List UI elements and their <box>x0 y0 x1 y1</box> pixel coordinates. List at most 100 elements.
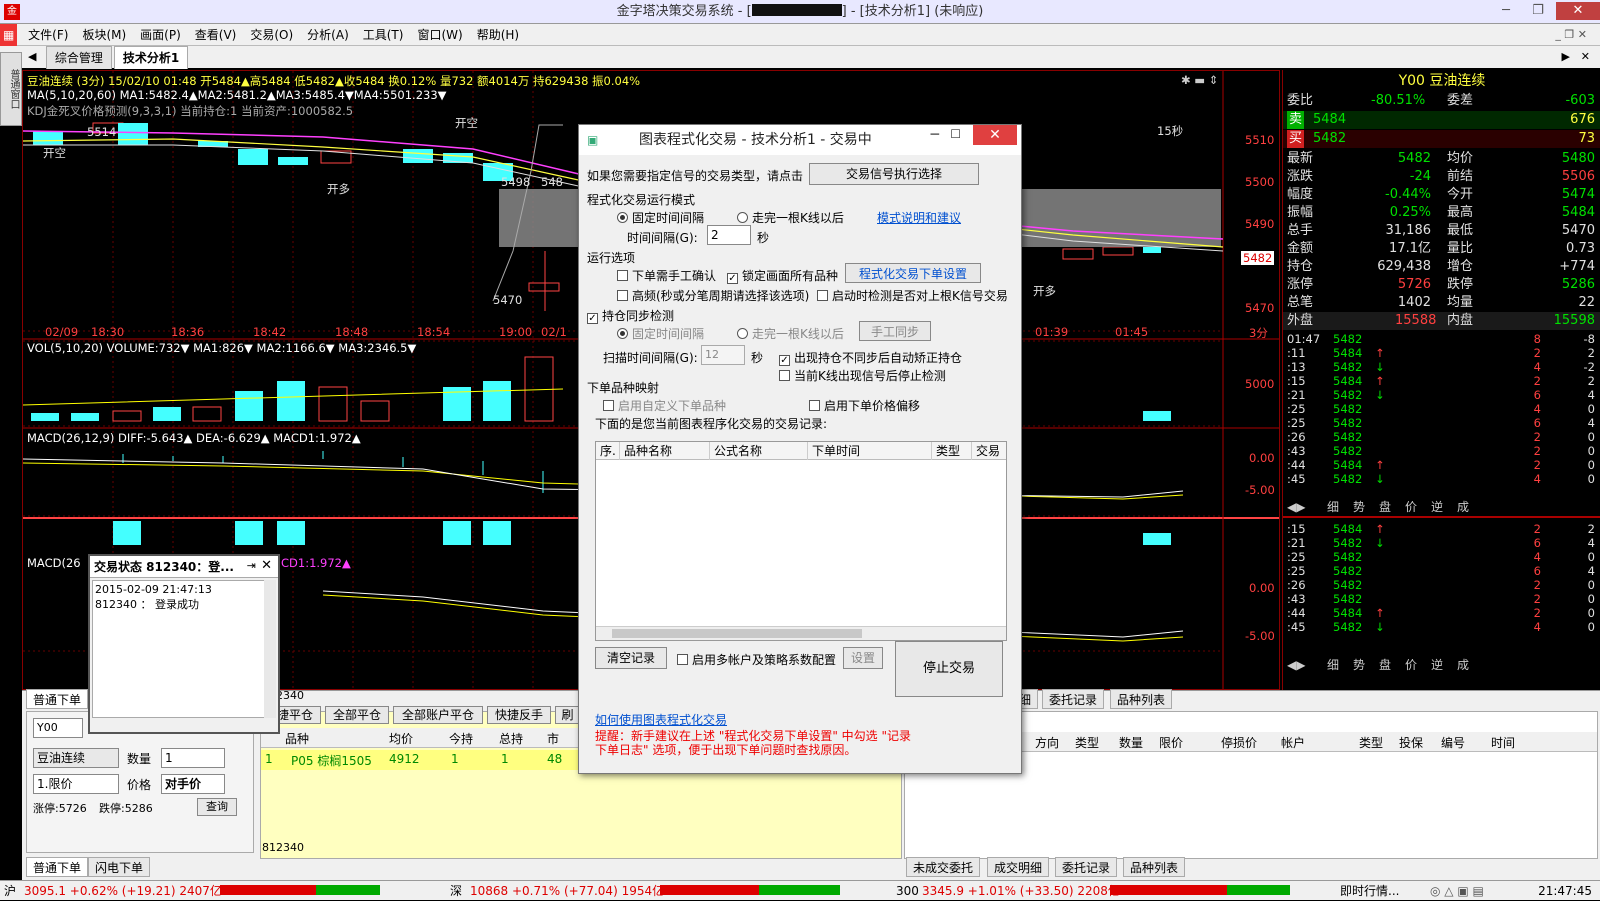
order-column[interactable]: 方向 <box>1035 734 1059 751</box>
quote-subtab[interactable]: 盘 <box>1379 498 1391 516</box>
quote-subtabs-1[interactable]: ◀▶ 细势盘价逆成 <box>1283 498 1600 516</box>
minimize-icon[interactable]: ─ <box>931 127 939 143</box>
menu-analysis[interactable]: 分析(A) <box>300 24 356 46</box>
position-action-button[interactable]: 刷 <box>555 706 580 724</box>
menu-tools[interactable]: 工具(T) <box>356 24 411 46</box>
position-column[interactable]: 市 <box>547 730 559 747</box>
quote-subtab[interactable]: 势 <box>1353 498 1365 516</box>
subtab-nav-icon[interactable]: ◀▶ <box>1287 656 1305 674</box>
order-column[interactable]: 投保 <box>1399 734 1423 751</box>
tab-normal-order-2[interactable]: 普通下单 <box>26 857 89 877</box>
subtab-nav-icon[interactable]: ◀▶ <box>1287 498 1305 516</box>
orders-tab-top[interactable]: 品种列表 <box>1110 689 1173 709</box>
position-column[interactable]: 今持 <box>449 730 473 747</box>
col-product[interactable]: 品种名称 <box>620 442 710 460</box>
order-type-select[interactable]: 1.限价 <box>33 774 119 794</box>
pin-icon[interactable]: ⇥ <box>247 559 256 572</box>
maximize-icon[interactable]: ❐ <box>1524 2 1552 20</box>
menu-view-frame[interactable]: 画面(P) <box>133 24 188 46</box>
menu-block[interactable]: 板块(M) <box>75 24 133 46</box>
col-trade[interactable]: 交易 <box>972 442 1006 460</box>
tab-close-icon[interactable]: ✕ <box>1581 46 1590 68</box>
interval-input[interactable]: 2 <box>707 225 751 245</box>
left-strip[interactable]: 普通窗口 <box>0 52 22 126</box>
multi-account-check[interactable]: 启用多帐户及策略系数配置 <box>677 651 836 668</box>
menu-trade[interactable]: 交易(O) <box>243 24 300 46</box>
log-scrollbar[interactable] <box>264 580 276 718</box>
tab-tech-analysis[interactable]: 技术分析1 <box>113 46 189 69</box>
order-column[interactable]: 编号 <box>1441 734 1465 751</box>
quote-subtab[interactable]: 成 <box>1457 656 1469 674</box>
position-column[interactable]: 均价 <box>389 730 413 747</box>
order-column[interactable]: 限价 <box>1159 734 1183 751</box>
tab-next-icon[interactable]: ▶ <box>1562 46 1570 68</box>
mode-bar-radio[interactable]: 走完一根K线以后 <box>737 209 844 226</box>
opt-start-check[interactable]: 启动时检测是否对上根K信号交易 <box>817 287 1008 304</box>
signal-select-button[interactable]: 交易信号执行选择 <box>809 163 979 185</box>
order-column[interactable]: 帐户 <box>1281 734 1305 751</box>
tab-normal-order[interactable]: 普通下单 <box>26 689 89 709</box>
position-action-button[interactable]: 快捷反手 <box>487 706 551 724</box>
menu-file[interactable]: 文件(F) <box>21 24 75 46</box>
mdi-controls[interactable]: _ ❐ ✕ <box>1548 24 1594 46</box>
orders-tab-top[interactable]: 委托记录 <box>1042 689 1105 709</box>
quote-subtabs-2[interactable]: ◀▶ 细势盘价逆成 <box>1283 656 1600 674</box>
settings-button[interactable]: 设置 <box>843 647 883 669</box>
realtime-msg[interactable]: 即时行情... <box>1340 881 1399 901</box>
position-action-button[interactable]: 全部账户平仓 <box>393 706 483 724</box>
sync-auto-check[interactable]: ✓ 出现持仓不同步后自动矫正持仓 <box>779 349 962 366</box>
quote-subtab[interactable]: 价 <box>1405 656 1417 674</box>
tab-flash-order[interactable]: 闪电下单 <box>88 857 151 877</box>
quote-subtab[interactable]: 逆 <box>1431 498 1443 516</box>
close-icon[interactable]: ✕ <box>973 125 1017 145</box>
opt-hf-check[interactable]: 高频(秒或分笔周期请选择该选项) <box>617 287 809 304</box>
auto-trading-dialog[interactable]: 图表程式化交易 - 技术分析1 - 交易中 ▣ ─ ☐ ✕ 如果您需要指定信号的… <box>578 124 1022 774</box>
col-time[interactable]: 下单时间 <box>808 442 932 460</box>
col-formula[interactable]: 公式名称 <box>710 442 808 460</box>
quote-subtab[interactable]: 细 <box>1327 498 1339 516</box>
qty-input[interactable]: 1 <box>161 748 225 768</box>
close-icon[interactable]: ✕ <box>1556 2 1600 20</box>
manual-sync-button[interactable]: 手工同步 <box>859 321 931 341</box>
sync-check[interactable]: ✓ 持仓同步检测 <box>587 307 674 324</box>
order-column[interactable]: 类型 <box>1075 734 1099 751</box>
clear-records-button[interactable]: 清空记录 <box>595 647 667 669</box>
orders-tab[interactable]: 成交明细 <box>987 857 1050 877</box>
menu-window[interactable]: 窗口(W) <box>410 24 469 46</box>
chart-tool-icons[interactable]: ✱ ▬ ⇕ <box>1181 73 1218 87</box>
order-column[interactable]: 类型 <box>1359 734 1383 751</box>
tab-overview[interactable]: 综合管理 <box>45 46 112 69</box>
query-button[interactable]: 查询 <box>197 798 237 816</box>
mode-help-link[interactable]: 模式说明和建议 <box>877 209 961 226</box>
quote-subtab[interactable]: 成 <box>1457 498 1469 516</box>
map-custom-check[interactable]: 启用自定义下单品种 <box>603 397 726 414</box>
order-column[interactable]: 停损价 <box>1221 734 1257 751</box>
col-index[interactable]: 序. <box>596 442 620 460</box>
col-type[interactable]: 类型 <box>932 442 972 460</box>
orders-tab[interactable]: 未成交委托 <box>906 857 981 877</box>
orders-tab[interactable]: 品种列表 <box>1123 857 1186 877</box>
menu-icon[interactable]: ▦ <box>0 24 18 46</box>
help-link[interactable]: 如何使用图表程式化交易 <box>595 711 727 728</box>
quote-subtab[interactable]: 逆 <box>1431 656 1443 674</box>
opt-lock-check[interactable]: ✓ 锁定画面所有品种 <box>727 267 838 284</box>
order-column[interactable]: 数量 <box>1119 734 1143 751</box>
orders-tab[interactable]: 委托记录 <box>1055 857 1118 877</box>
sync-stop-check[interactable]: 当前K线出现信号后停止检测 <box>779 367 946 384</box>
stop-trading-button[interactable]: 停止交易 <box>895 641 1003 697</box>
position-action-button[interactable]: 全部平仓 <box>325 706 389 724</box>
records-list[interactable]: 序. 品种名称 公式名称 下单时间 类型 交易 <box>595 441 1007 641</box>
quote-subtab[interactable]: 细 <box>1327 656 1339 674</box>
maximize-icon[interactable]: ☐ <box>950 127 961 141</box>
map-offset-check[interactable]: 启用下单价格偏移 <box>809 397 920 414</box>
mode-fixed-radio[interactable]: 固定时间间隔 <box>617 209 704 226</box>
sync-fixed-radio[interactable]: 固定时间间隔 <box>617 325 704 342</box>
menu-view[interactable]: 查看(V) <box>188 24 244 46</box>
tab-prev-icon[interactable]: ◀ <box>28 46 36 68</box>
opt-manual-check[interactable]: 下单需手工确认 <box>617 267 716 284</box>
minimize-icon[interactable]: ─ <box>1492 2 1520 20</box>
menu-help[interactable]: 帮助(H) <box>470 24 526 46</box>
close-icon[interactable]: ✕ <box>261 558 272 573</box>
position-column[interactable]: 总持 <box>499 730 523 747</box>
sync-bar-radio[interactable]: 走完一根K线以后 <box>737 325 844 342</box>
